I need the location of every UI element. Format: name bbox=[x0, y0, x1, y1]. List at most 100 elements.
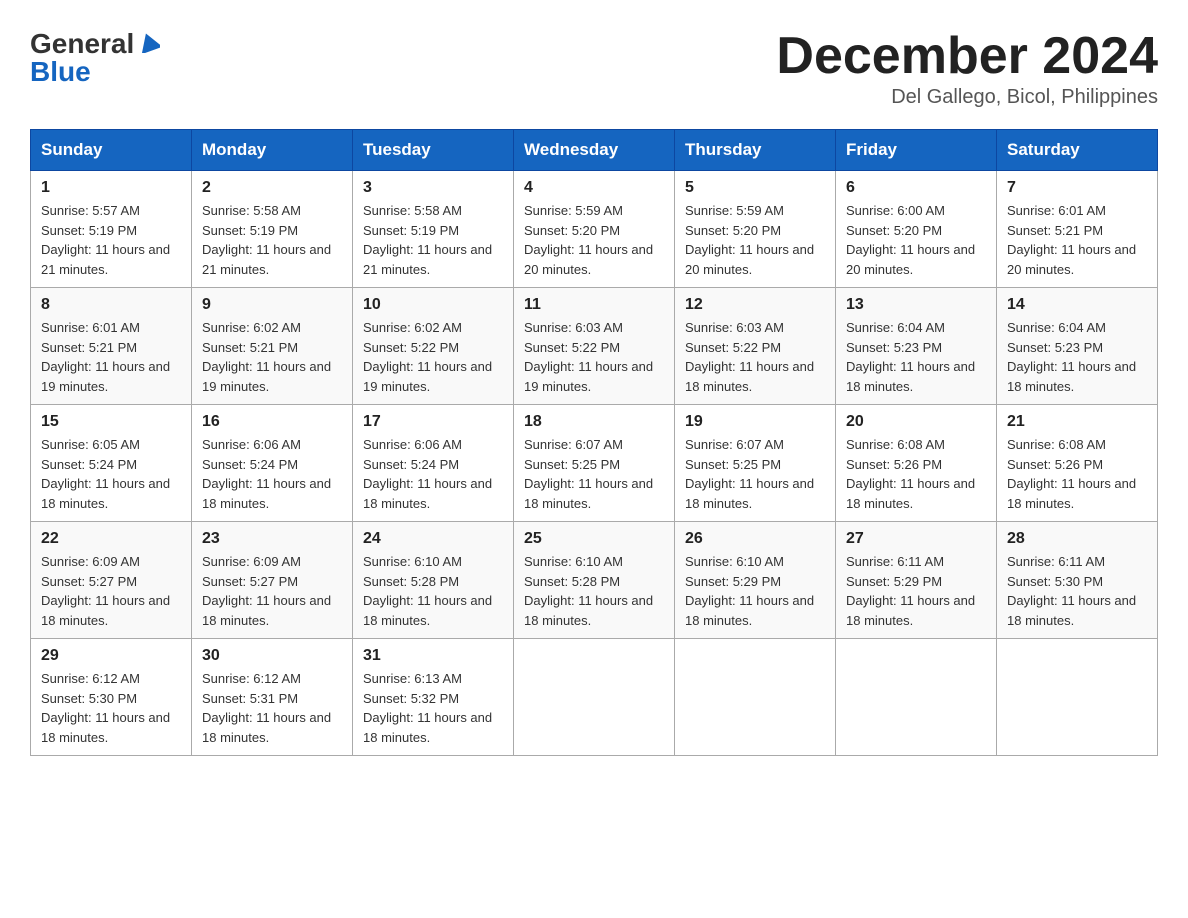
day-info: Sunrise: 6:01 AMSunset: 5:21 PMDaylight:… bbox=[1007, 201, 1147, 279]
day-info: Sunrise: 6:01 AMSunset: 5:21 PMDaylight:… bbox=[41, 318, 181, 396]
day-number: 18 bbox=[524, 413, 664, 431]
day-number: 30 bbox=[202, 647, 342, 665]
calendar-cell bbox=[514, 639, 675, 756]
day-number: 24 bbox=[363, 530, 503, 548]
col-monday: Monday bbox=[192, 130, 353, 171]
day-info: Sunrise: 6:08 AMSunset: 5:26 PMDaylight:… bbox=[846, 435, 986, 513]
col-tuesday: Tuesday bbox=[353, 130, 514, 171]
day-info: Sunrise: 6:12 AMSunset: 5:31 PMDaylight:… bbox=[202, 669, 342, 747]
day-info: Sunrise: 5:57 AMSunset: 5:19 PMDaylight:… bbox=[41, 201, 181, 279]
day-number: 1 bbox=[41, 179, 181, 197]
day-info: Sunrise: 6:10 AMSunset: 5:28 PMDaylight:… bbox=[363, 552, 503, 630]
day-number: 4 bbox=[524, 179, 664, 197]
col-thursday: Thursday bbox=[675, 130, 836, 171]
day-number: 10 bbox=[363, 296, 503, 314]
day-info: Sunrise: 6:05 AMSunset: 5:24 PMDaylight:… bbox=[41, 435, 181, 513]
day-number: 5 bbox=[685, 179, 825, 197]
calendar-table: Sunday Monday Tuesday Wednesday Thursday… bbox=[30, 129, 1158, 756]
day-number: 8 bbox=[41, 296, 181, 314]
calendar-cell: 18 Sunrise: 6:07 AMSunset: 5:25 PMDayligh… bbox=[514, 405, 675, 522]
day-number: 9 bbox=[202, 296, 342, 314]
calendar-week-2: 8 Sunrise: 6:01 AMSunset: 5:21 PMDaylight… bbox=[31, 288, 1158, 405]
day-number: 27 bbox=[846, 530, 986, 548]
day-number: 6 bbox=[846, 179, 986, 197]
day-number: 16 bbox=[202, 413, 342, 431]
day-number: 12 bbox=[685, 296, 825, 314]
calendar-cell: 7 Sunrise: 6:01 AMSunset: 5:21 PMDaylight… bbox=[997, 171, 1158, 288]
calendar-cell: 5 Sunrise: 5:59 AMSunset: 5:20 PMDaylight… bbox=[675, 171, 836, 288]
logo-blue-text: Blue bbox=[30, 58, 91, 86]
day-number: 23 bbox=[202, 530, 342, 548]
day-info: Sunrise: 6:02 AMSunset: 5:21 PMDaylight:… bbox=[202, 318, 342, 396]
col-friday: Friday bbox=[836, 130, 997, 171]
col-sunday: Sunday bbox=[31, 130, 192, 171]
day-info: Sunrise: 6:04 AMSunset: 5:23 PMDaylight:… bbox=[846, 318, 986, 396]
day-number: 7 bbox=[1007, 179, 1147, 197]
calendar-cell: 20 Sunrise: 6:08 AMSunset: 5:26 PMDayligh… bbox=[836, 405, 997, 522]
calendar-cell: 13 Sunrise: 6:04 AMSunset: 5:23 PMDayligh… bbox=[836, 288, 997, 405]
header-row: Sunday Monday Tuesday Wednesday Thursday… bbox=[31, 130, 1158, 171]
calendar-cell: 11Sunrise: 6:03 AMSunset: 5:22 PMDayligh… bbox=[514, 288, 675, 405]
day-number: 26 bbox=[685, 530, 825, 548]
day-info: Sunrise: 6:11 AMSunset: 5:29 PMDaylight:… bbox=[846, 552, 986, 630]
calendar-week-4: 22Sunrise: 6:09 AMSunset: 5:27 PMDayligh… bbox=[31, 522, 1158, 639]
month-title: December 2024 bbox=[776, 30, 1158, 82]
page-header: General Blue December 2024 Del Gallego, … bbox=[30, 30, 1158, 109]
calendar-body: 1 Sunrise: 5:57 AMSunset: 5:19 PMDaylight… bbox=[31, 171, 1158, 756]
calendar-cell: 30 Sunrise: 6:12 AMSunset: 5:31 PMDayligh… bbox=[192, 639, 353, 756]
day-info: Sunrise: 6:12 AMSunset: 5:30 PMDaylight:… bbox=[41, 669, 181, 747]
calendar-cell: 24 Sunrise: 6:10 AMSunset: 5:28 PMDayligh… bbox=[353, 522, 514, 639]
calendar-cell: 2Sunrise: 5:58 AMSunset: 5:19 PMDaylight… bbox=[192, 171, 353, 288]
logo-general-text: General bbox=[30, 30, 134, 58]
day-info: Sunrise: 5:58 AMSunset: 5:19 PMDaylight:… bbox=[363, 201, 503, 279]
day-number: 14 bbox=[1007, 296, 1147, 314]
day-number: 2 bbox=[202, 179, 342, 197]
calendar-cell: 25Sunrise: 6:10 AMSunset: 5:28 PMDayligh… bbox=[514, 522, 675, 639]
calendar-cell: 22Sunrise: 6:09 AMSunset: 5:27 PMDayligh… bbox=[31, 522, 192, 639]
day-info: Sunrise: 6:13 AMSunset: 5:32 PMDaylight:… bbox=[363, 669, 503, 747]
day-number: 13 bbox=[846, 296, 986, 314]
calendar-cell: 14Sunrise: 6:04 AMSunset: 5:23 PMDayligh… bbox=[997, 288, 1158, 405]
calendar-cell: 26 Sunrise: 6:10 AMSunset: 5:29 PMDayligh… bbox=[675, 522, 836, 639]
day-info: Sunrise: 6:09 AMSunset: 5:27 PMDaylight:… bbox=[202, 552, 342, 630]
day-number: 15 bbox=[41, 413, 181, 431]
day-number: 21 bbox=[1007, 413, 1147, 431]
calendar-week-3: 15 Sunrise: 6:05 AMSunset: 5:24 PMDayligh… bbox=[31, 405, 1158, 522]
day-info: Sunrise: 6:02 AMSunset: 5:22 PMDaylight:… bbox=[363, 318, 503, 396]
day-number: 28 bbox=[1007, 530, 1147, 548]
calendar-header: Sunday Monday Tuesday Wednesday Thursday… bbox=[31, 130, 1158, 171]
calendar-cell: 21 Sunrise: 6:08 AMSunset: 5:26 PMDayligh… bbox=[997, 405, 1158, 522]
calendar-cell: 23 Sunrise: 6:09 AMSunset: 5:27 PMDayligh… bbox=[192, 522, 353, 639]
day-info: Sunrise: 6:08 AMSunset: 5:26 PMDaylight:… bbox=[1007, 435, 1147, 513]
col-wednesday: Wednesday bbox=[514, 130, 675, 171]
calendar-cell: 4 Sunrise: 5:59 AMSunset: 5:20 PMDaylight… bbox=[514, 171, 675, 288]
calendar-cell: 15 Sunrise: 6:05 AMSunset: 5:24 PMDayligh… bbox=[31, 405, 192, 522]
calendar-cell: 8 Sunrise: 6:01 AMSunset: 5:21 PMDaylight… bbox=[31, 288, 192, 405]
day-number: 20 bbox=[846, 413, 986, 431]
calendar-cell bbox=[836, 639, 997, 756]
day-info: Sunrise: 6:06 AMSunset: 5:24 PMDaylight:… bbox=[202, 435, 342, 513]
calendar-cell: 9 Sunrise: 6:02 AMSunset: 5:21 PMDaylight… bbox=[192, 288, 353, 405]
title-section: December 2024 Del Gallego, Bicol, Philip… bbox=[776, 30, 1158, 109]
logo-triangle-icon bbox=[138, 31, 160, 53]
calendar-cell bbox=[675, 639, 836, 756]
day-number: 19 bbox=[685, 413, 825, 431]
day-info: Sunrise: 6:10 AMSunset: 5:29 PMDaylight:… bbox=[685, 552, 825, 630]
day-info: Sunrise: 5:59 AMSunset: 5:20 PMDaylight:… bbox=[685, 201, 825, 279]
day-number: 11 bbox=[524, 296, 664, 314]
calendar-cell: 6Sunrise: 6:00 AMSunset: 5:20 PMDaylight… bbox=[836, 171, 997, 288]
calendar-cell bbox=[997, 639, 1158, 756]
location-text: Del Gallego, Bicol, Philippines bbox=[776, 86, 1158, 109]
day-info: Sunrise: 6:07 AMSunset: 5:25 PMDaylight:… bbox=[524, 435, 664, 513]
calendar-cell: 29Sunrise: 6:12 AMSunset: 5:30 PMDayligh… bbox=[31, 639, 192, 756]
calendar-cell: 19Sunrise: 6:07 AMSunset: 5:25 PMDayligh… bbox=[675, 405, 836, 522]
day-info: Sunrise: 5:59 AMSunset: 5:20 PMDaylight:… bbox=[524, 201, 664, 279]
day-number: 3 bbox=[363, 179, 503, 197]
day-info: Sunrise: 6:10 AMSunset: 5:28 PMDaylight:… bbox=[524, 552, 664, 630]
calendar-cell: 17Sunrise: 6:06 AMSunset: 5:24 PMDayligh… bbox=[353, 405, 514, 522]
calendar-cell: 3 Sunrise: 5:58 AMSunset: 5:19 PMDaylight… bbox=[353, 171, 514, 288]
day-info: Sunrise: 6:11 AMSunset: 5:30 PMDaylight:… bbox=[1007, 552, 1147, 630]
day-info: Sunrise: 6:06 AMSunset: 5:24 PMDaylight:… bbox=[363, 435, 503, 513]
col-saturday: Saturday bbox=[997, 130, 1158, 171]
day-info: Sunrise: 6:03 AMSunset: 5:22 PMDaylight:… bbox=[685, 318, 825, 396]
